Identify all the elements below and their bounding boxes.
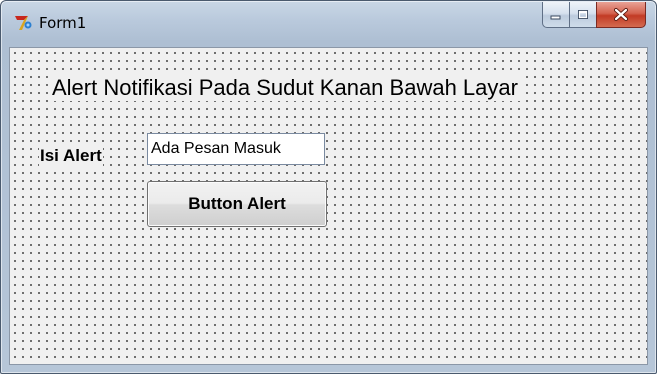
window-title: Form1 — [39, 14, 87, 32]
maximize-button[interactable] — [569, 2, 596, 28]
form-client-area: Alert Notifikasi Pada Sudut Kanan Bawah … — [9, 47, 648, 365]
button-alert[interactable]: Button Alert — [147, 181, 327, 227]
close-icon — [614, 8, 628, 21]
alert-heading-label: Alert Notifikasi Pada Sudut Kanan Bawah … — [50, 75, 520, 101]
minimize-button[interactable] — [542, 2, 569, 28]
isi-alert-label: Isi Alert — [39, 146, 103, 166]
caption-buttons — [542, 2, 646, 28]
alert-text-input[interactable] — [147, 133, 325, 165]
close-button[interactable] — [596, 2, 646, 28]
minimize-icon — [550, 15, 561, 19]
delphi-app-icon[interactable] — [13, 13, 33, 33]
title-bar[interactable]: Form1 — [1, 1, 656, 45]
form1-window: Form1 Alert Notifikasi Pada Sudut Kanan … — [0, 0, 657, 374]
maximize-icon — [578, 10, 588, 19]
